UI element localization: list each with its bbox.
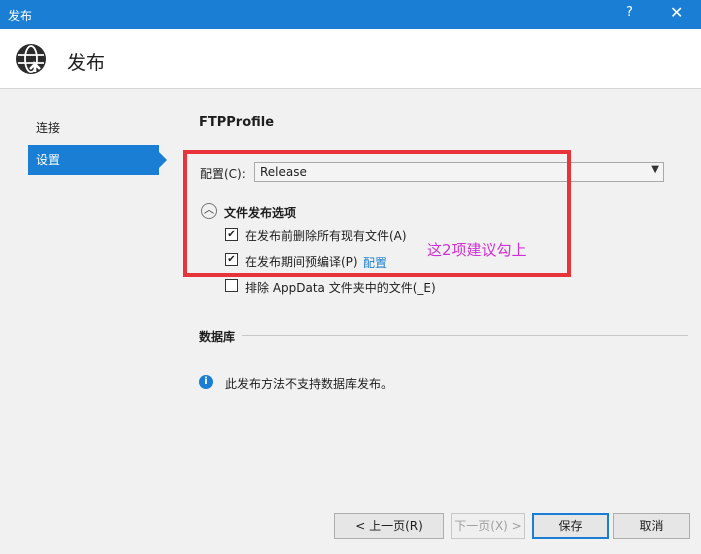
profile-name: FTPProfile <box>199 115 275 130</box>
exclude-appdata-checkbox[interactable] <box>225 279 238 292</box>
sidebar-item-settings[interactable]: 设置 <box>28 145 167 175</box>
database-section-title: 数据库 <box>199 330 236 344</box>
previous-button[interactable]: < 上一页(R) <box>334 513 444 539</box>
globe-publish-icon <box>16 44 46 74</box>
header: 发布 <box>0 29 701 89</box>
info-icon: i <box>199 375 213 389</box>
help-button[interactable]: ? <box>626 5 633 20</box>
next-button[interactable]: 下一页(X) > <box>451 513 525 539</box>
save-button[interactable]: 保存 <box>532 513 609 539</box>
window-title: 发布 <box>8 9 33 23</box>
close-button[interactable]: ✕ <box>670 3 683 22</box>
sidebar-item-connection[interactable]: 连接 <box>28 113 159 143</box>
content-area: 连接 设置 FTPProfile 配置(C): Release ▼ ︿ 文件发布… <box>0 89 701 554</box>
page-title: 发布 <box>67 52 106 74</box>
cancel-button[interactable]: 取消 <box>613 513 690 539</box>
database-info-text: 此发布方法不支持数据库发布。 <box>225 377 394 391</box>
exclude-appdata-label[interactable]: 排除 AppData 文件夹中的文件(_E) <box>245 279 436 296</box>
annotation-text: 这2项建议勾上 <box>427 241 527 259</box>
chevron-down-icon: ▼ <box>651 164 659 175</box>
divider <box>242 335 688 336</box>
title-bar: 发布 ? ✕ <box>0 0 701 29</box>
